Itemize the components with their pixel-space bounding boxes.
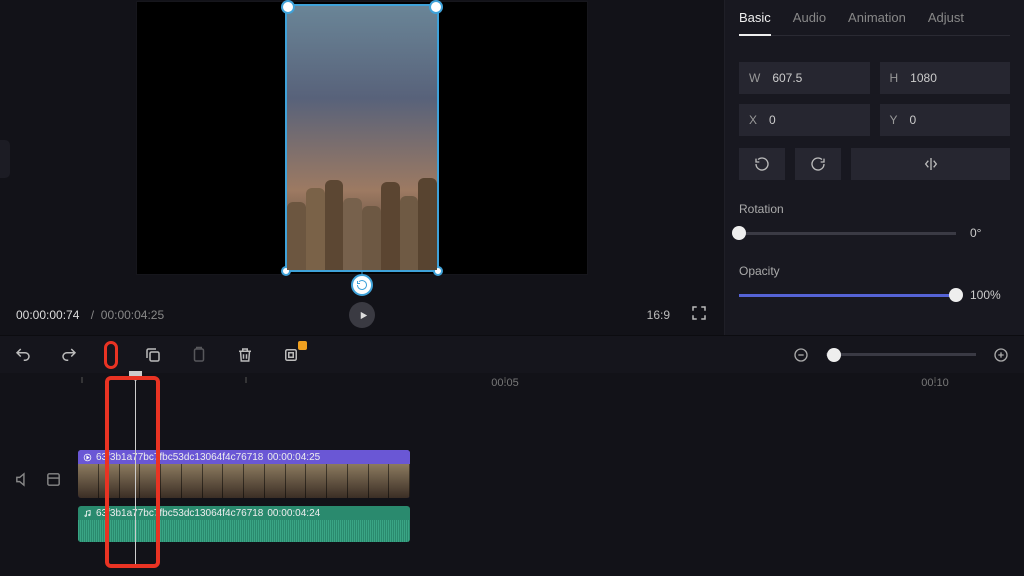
tab-audio[interactable]: Audio	[793, 10, 826, 25]
paste-button[interactable]	[188, 344, 210, 366]
premium-badge-icon	[298, 341, 307, 350]
rotation-value: 0°	[970, 226, 1010, 240]
opacity-value: 100%	[970, 288, 1010, 302]
rotate-cw-button[interactable]	[795, 148, 841, 180]
opacity-slider[interactable]	[739, 294, 956, 297]
preview-video-frame	[287, 170, 437, 270]
zoom-slider[interactable]	[826, 353, 976, 356]
mute-track-icon[interactable]	[14, 471, 31, 491]
playhead[interactable]	[135, 373, 136, 568]
video-clip[interactable]: 63f3b1a77bc7fbc53dc13064f4c76718 00:00:0…	[78, 450, 410, 498]
audio-clip[interactable]: 63f3b1a77bc7fbc53dc13064f4c76718 00:00:0…	[78, 506, 410, 542]
expand-sidebar-tab[interactable]	[0, 140, 10, 178]
height-field[interactable]: H 1080	[880, 62, 1011, 94]
undo-button[interactable]	[12, 344, 34, 366]
video-clip-name: 63f3b1a77bc7fbc53dc13064f4c76718	[96, 452, 263, 463]
y-field[interactable]: Y 0	[880, 104, 1011, 136]
opacity-label: Opacity	[739, 264, 1010, 278]
rotate-ccw-button[interactable]	[739, 148, 785, 180]
rotate-handle[interactable]	[351, 274, 373, 296]
flip-horizontal-button[interactable]	[851, 148, 1010, 180]
aspect-ratio[interactable]: 16:9	[647, 308, 670, 322]
preview-canvas[interactable]	[137, 2, 587, 274]
tab-basic[interactable]: Basic	[739, 10, 771, 25]
timecode: 00:00:00:74 / 00:00:04:25	[16, 308, 164, 322]
selection-box[interactable]	[285, 4, 439, 272]
tab-adjust[interactable]: Adjust	[928, 10, 964, 25]
track-view-icon[interactable]	[45, 471, 62, 491]
properties-panel: Basic Audio Animation Adjust W 607.5 H 1…	[724, 0, 1024, 335]
timeline-toolbar	[0, 335, 1024, 373]
x-field[interactable]: X 0	[739, 104, 870, 136]
copy-button[interactable]	[142, 344, 164, 366]
timeline[interactable]: 00:05 00:10 63f3b1a77bc7fbc53dc13064f4c7…	[0, 373, 1024, 576]
rotation-slider[interactable]	[739, 232, 956, 235]
fullscreen-icon[interactable]	[690, 304, 708, 325]
split-button[interactable]	[104, 341, 118, 369]
audio-clip-duration: 00:00:04:24	[267, 508, 320, 519]
tab-animation[interactable]: Animation	[848, 10, 906, 25]
play-button[interactable]	[349, 302, 375, 328]
video-clip-duration: 00:00:04:25	[267, 452, 320, 463]
rotation-label: Rotation	[739, 202, 1010, 216]
timeline-ruler[interactable]: 00:05 00:10	[0, 373, 1024, 397]
zoom-out-button[interactable]	[790, 344, 812, 366]
width-field[interactable]: W 607.5	[739, 62, 870, 94]
preview-pane: 00:00:00:74 / 00:00:04:25 16:9	[0, 0, 724, 335]
audio-clip-name: 63f3b1a77bc7fbc53dc13064f4c76718	[96, 508, 263, 519]
zoom-in-button[interactable]	[990, 344, 1012, 366]
delete-button[interactable]	[234, 344, 256, 366]
redo-button[interactable]	[58, 344, 80, 366]
crop-button[interactable]	[280, 344, 302, 366]
